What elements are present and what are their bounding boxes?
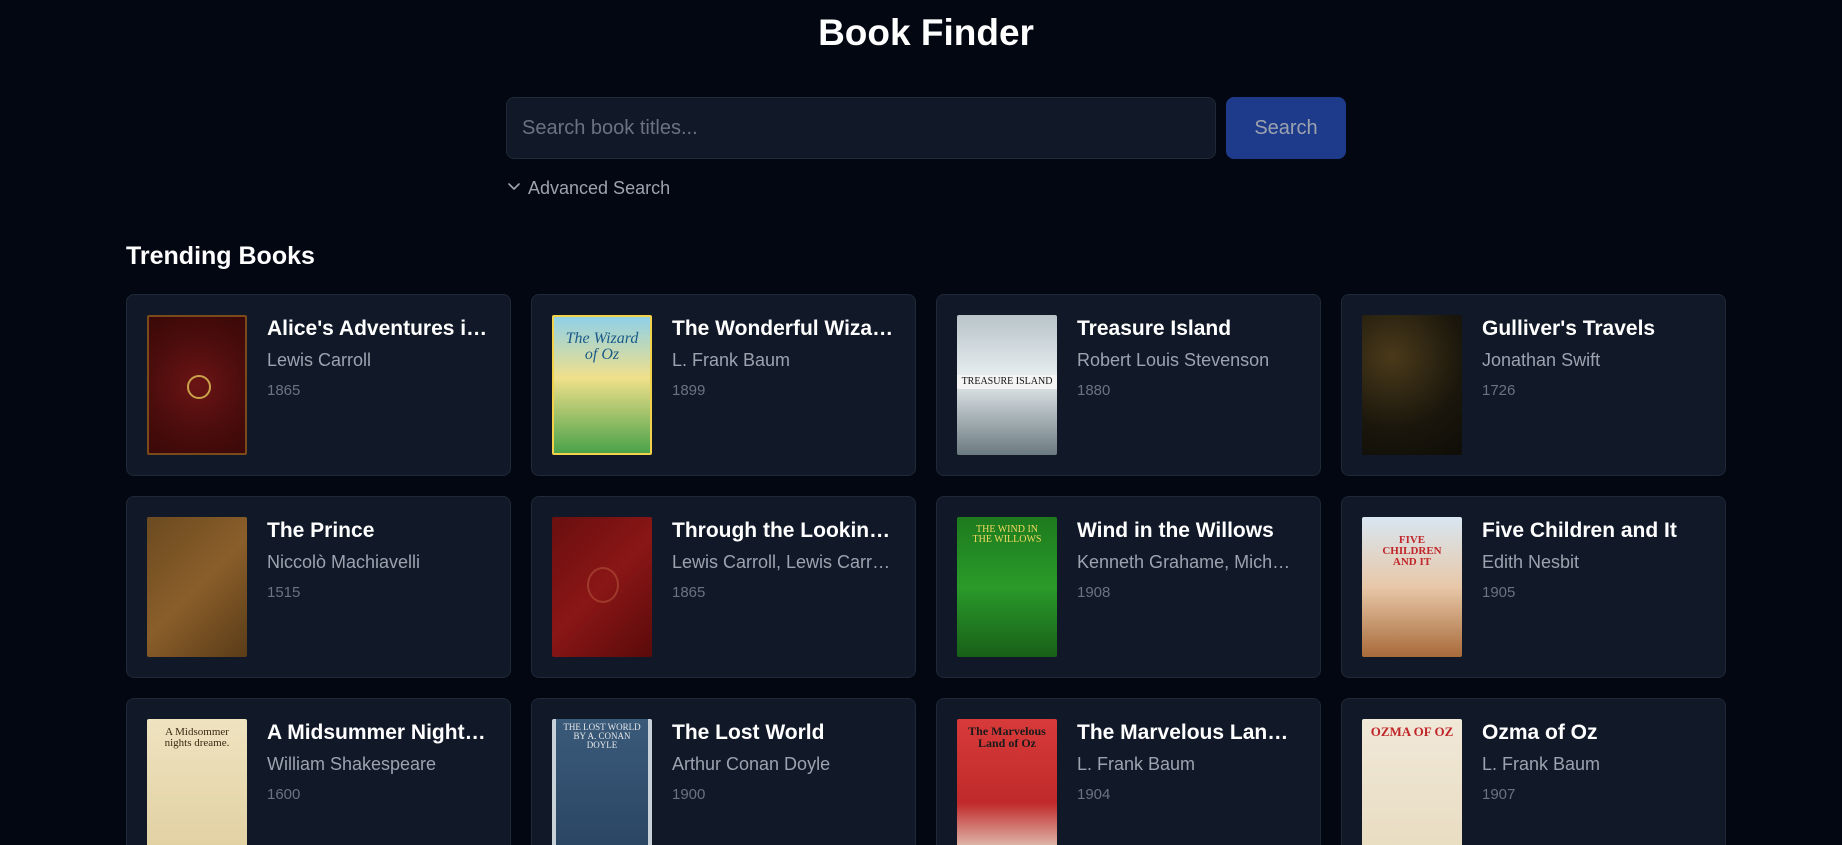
book-title: The Wonderful Wizard... bbox=[672, 317, 895, 340]
book-cover: FIVE CHILDREN AND IT bbox=[1362, 517, 1462, 657]
book-card[interactable]: The Marvelous Land of Oz The Marvelous L… bbox=[936, 698, 1321, 845]
book-year: 1907 bbox=[1482, 786, 1516, 803]
book-year: 1726 bbox=[1482, 382, 1516, 399]
book-title: Alice's Adventures in ... bbox=[267, 317, 490, 340]
book-cover: THE LOST WORLD BY A. CONAN DOYLE bbox=[552, 719, 652, 845]
search-input[interactable] bbox=[506, 97, 1216, 159]
search-button[interactable]: Search bbox=[1226, 97, 1346, 159]
page: Book Finder Search Advanced Search Trend… bbox=[0, 0, 1842, 845]
book-cover bbox=[147, 315, 247, 455]
book-card[interactable]: Through the Looking-... Lewis Carroll, L… bbox=[531, 496, 916, 678]
book-cover: The Wizard of Oz bbox=[552, 315, 652, 455]
book-cover: A Midsommer nights dreame. bbox=[147, 719, 247, 845]
book-author: William Shakespeare bbox=[267, 754, 437, 774]
search-bar: Search bbox=[506, 97, 1346, 159]
cover-caption: THE LOST WORLD BY A. CONAN DOYLE bbox=[563, 722, 641, 750]
book-cover bbox=[552, 517, 652, 657]
book-cover: TREASURE ISLAND bbox=[957, 315, 1057, 455]
book-title: Ozma of Oz bbox=[1482, 721, 1598, 744]
book-title: The Prince bbox=[267, 519, 375, 542]
book-cover: OZMA OF OZ bbox=[1362, 719, 1462, 845]
section-heading: Trending Books bbox=[126, 242, 315, 270]
book-year: 1899 bbox=[672, 382, 706, 399]
book-card[interactable]: The Prince Niccolò Machiavelli 1515 bbox=[126, 496, 511, 678]
book-title: Gulliver's Travels bbox=[1482, 317, 1656, 340]
book-year: 1515 bbox=[267, 584, 301, 601]
book-author: Lewis Carroll, Lewis Carroll,... bbox=[672, 552, 895, 572]
book-author: Kenneth Grahame, Michael... bbox=[1077, 552, 1300, 572]
book-author: L. Frank Baum bbox=[672, 350, 791, 370]
book-year: 1904 bbox=[1077, 786, 1111, 803]
cover-caption: The Marvelous Land of Oz bbox=[968, 724, 1046, 750]
book-card[interactable]: THE WIND IN THE WILLOWS Wind in the Will… bbox=[936, 496, 1321, 678]
book-grid: Alice's Adventures in ... Lewis Carroll … bbox=[126, 294, 1726, 845]
book-title: The Lost World bbox=[672, 721, 825, 744]
chevron-down-icon bbox=[506, 178, 522, 199]
book-title: A Midsummer Night's ... bbox=[267, 721, 490, 744]
book-cover: THE WIND IN THE WILLOWS bbox=[957, 517, 1057, 657]
book-year: 1908 bbox=[1077, 584, 1111, 601]
book-card[interactable]: THE LOST WORLD BY A. CONAN DOYLE The Los… bbox=[531, 698, 916, 845]
book-card[interactable]: The Wizard of Oz The Wonderful Wizard...… bbox=[531, 294, 916, 476]
book-cover: The Marvelous Land of Oz bbox=[957, 719, 1057, 845]
advanced-search-label: Advanced Search bbox=[528, 177, 671, 198]
cover-caption: FIVE CHILDREN AND IT bbox=[1382, 534, 1442, 568]
book-year: 1880 bbox=[1077, 382, 1111, 399]
book-year: 1865 bbox=[672, 584, 706, 601]
cover-caption: The Wizard of Oz bbox=[565, 330, 639, 363]
book-card[interactable]: Gulliver's Travels Jonathan Swift 1726 bbox=[1341, 294, 1726, 476]
cover-caption: A Midsommer nights dreame. bbox=[164, 726, 230, 749]
book-author: L. Frank Baum bbox=[1482, 754, 1601, 774]
page-title: Book Finder bbox=[818, 12, 1034, 53]
book-year: 1900 bbox=[672, 786, 706, 803]
book-year: 1865 bbox=[267, 382, 301, 399]
book-author: L. Frank Baum bbox=[1077, 754, 1196, 774]
book-card[interactable]: OZMA OF OZ Ozma of Oz L. Frank Baum 1907 bbox=[1341, 698, 1726, 845]
book-author: Robert Louis Stevenson bbox=[1077, 350, 1270, 370]
book-title: Five Children and It bbox=[1482, 519, 1677, 542]
book-title: The Marvelous Land o... bbox=[1077, 721, 1300, 744]
cover-caption: OZMA OF OZ bbox=[1370, 724, 1454, 739]
book-year: 1905 bbox=[1482, 584, 1516, 601]
book-author: Arthur Conan Doyle bbox=[672, 754, 831, 774]
book-title: Treasure Island bbox=[1077, 317, 1232, 340]
cover-caption: TREASURE ISLAND bbox=[957, 375, 1057, 389]
book-cover bbox=[1362, 315, 1462, 455]
book-card[interactable]: FIVE CHILDREN AND IT Five Children and I… bbox=[1341, 496, 1726, 678]
book-author: Niccolò Machiavelli bbox=[267, 552, 421, 572]
book-card[interactable]: TREASURE ISLAND Treasure Island Robert L… bbox=[936, 294, 1321, 476]
book-card[interactable]: A Midsommer nights dreame. A Midsummer N… bbox=[126, 698, 511, 845]
book-author: Jonathan Swift bbox=[1482, 350, 1601, 370]
cover-caption: THE WIND IN THE WILLOWS bbox=[972, 524, 1042, 545]
book-cover bbox=[147, 517, 247, 657]
book-year: 1600 bbox=[267, 786, 301, 803]
book-title: Wind in the Willows bbox=[1077, 519, 1274, 542]
advanced-search-toggle[interactable]: Advanced Search bbox=[506, 176, 670, 200]
book-card[interactable]: Alice's Adventures in ... Lewis Carroll … bbox=[126, 294, 511, 476]
book-author: Lewis Carroll bbox=[267, 350, 372, 370]
book-author: Edith Nesbit bbox=[1482, 552, 1580, 572]
book-title: Through the Looking-... bbox=[672, 519, 895, 542]
